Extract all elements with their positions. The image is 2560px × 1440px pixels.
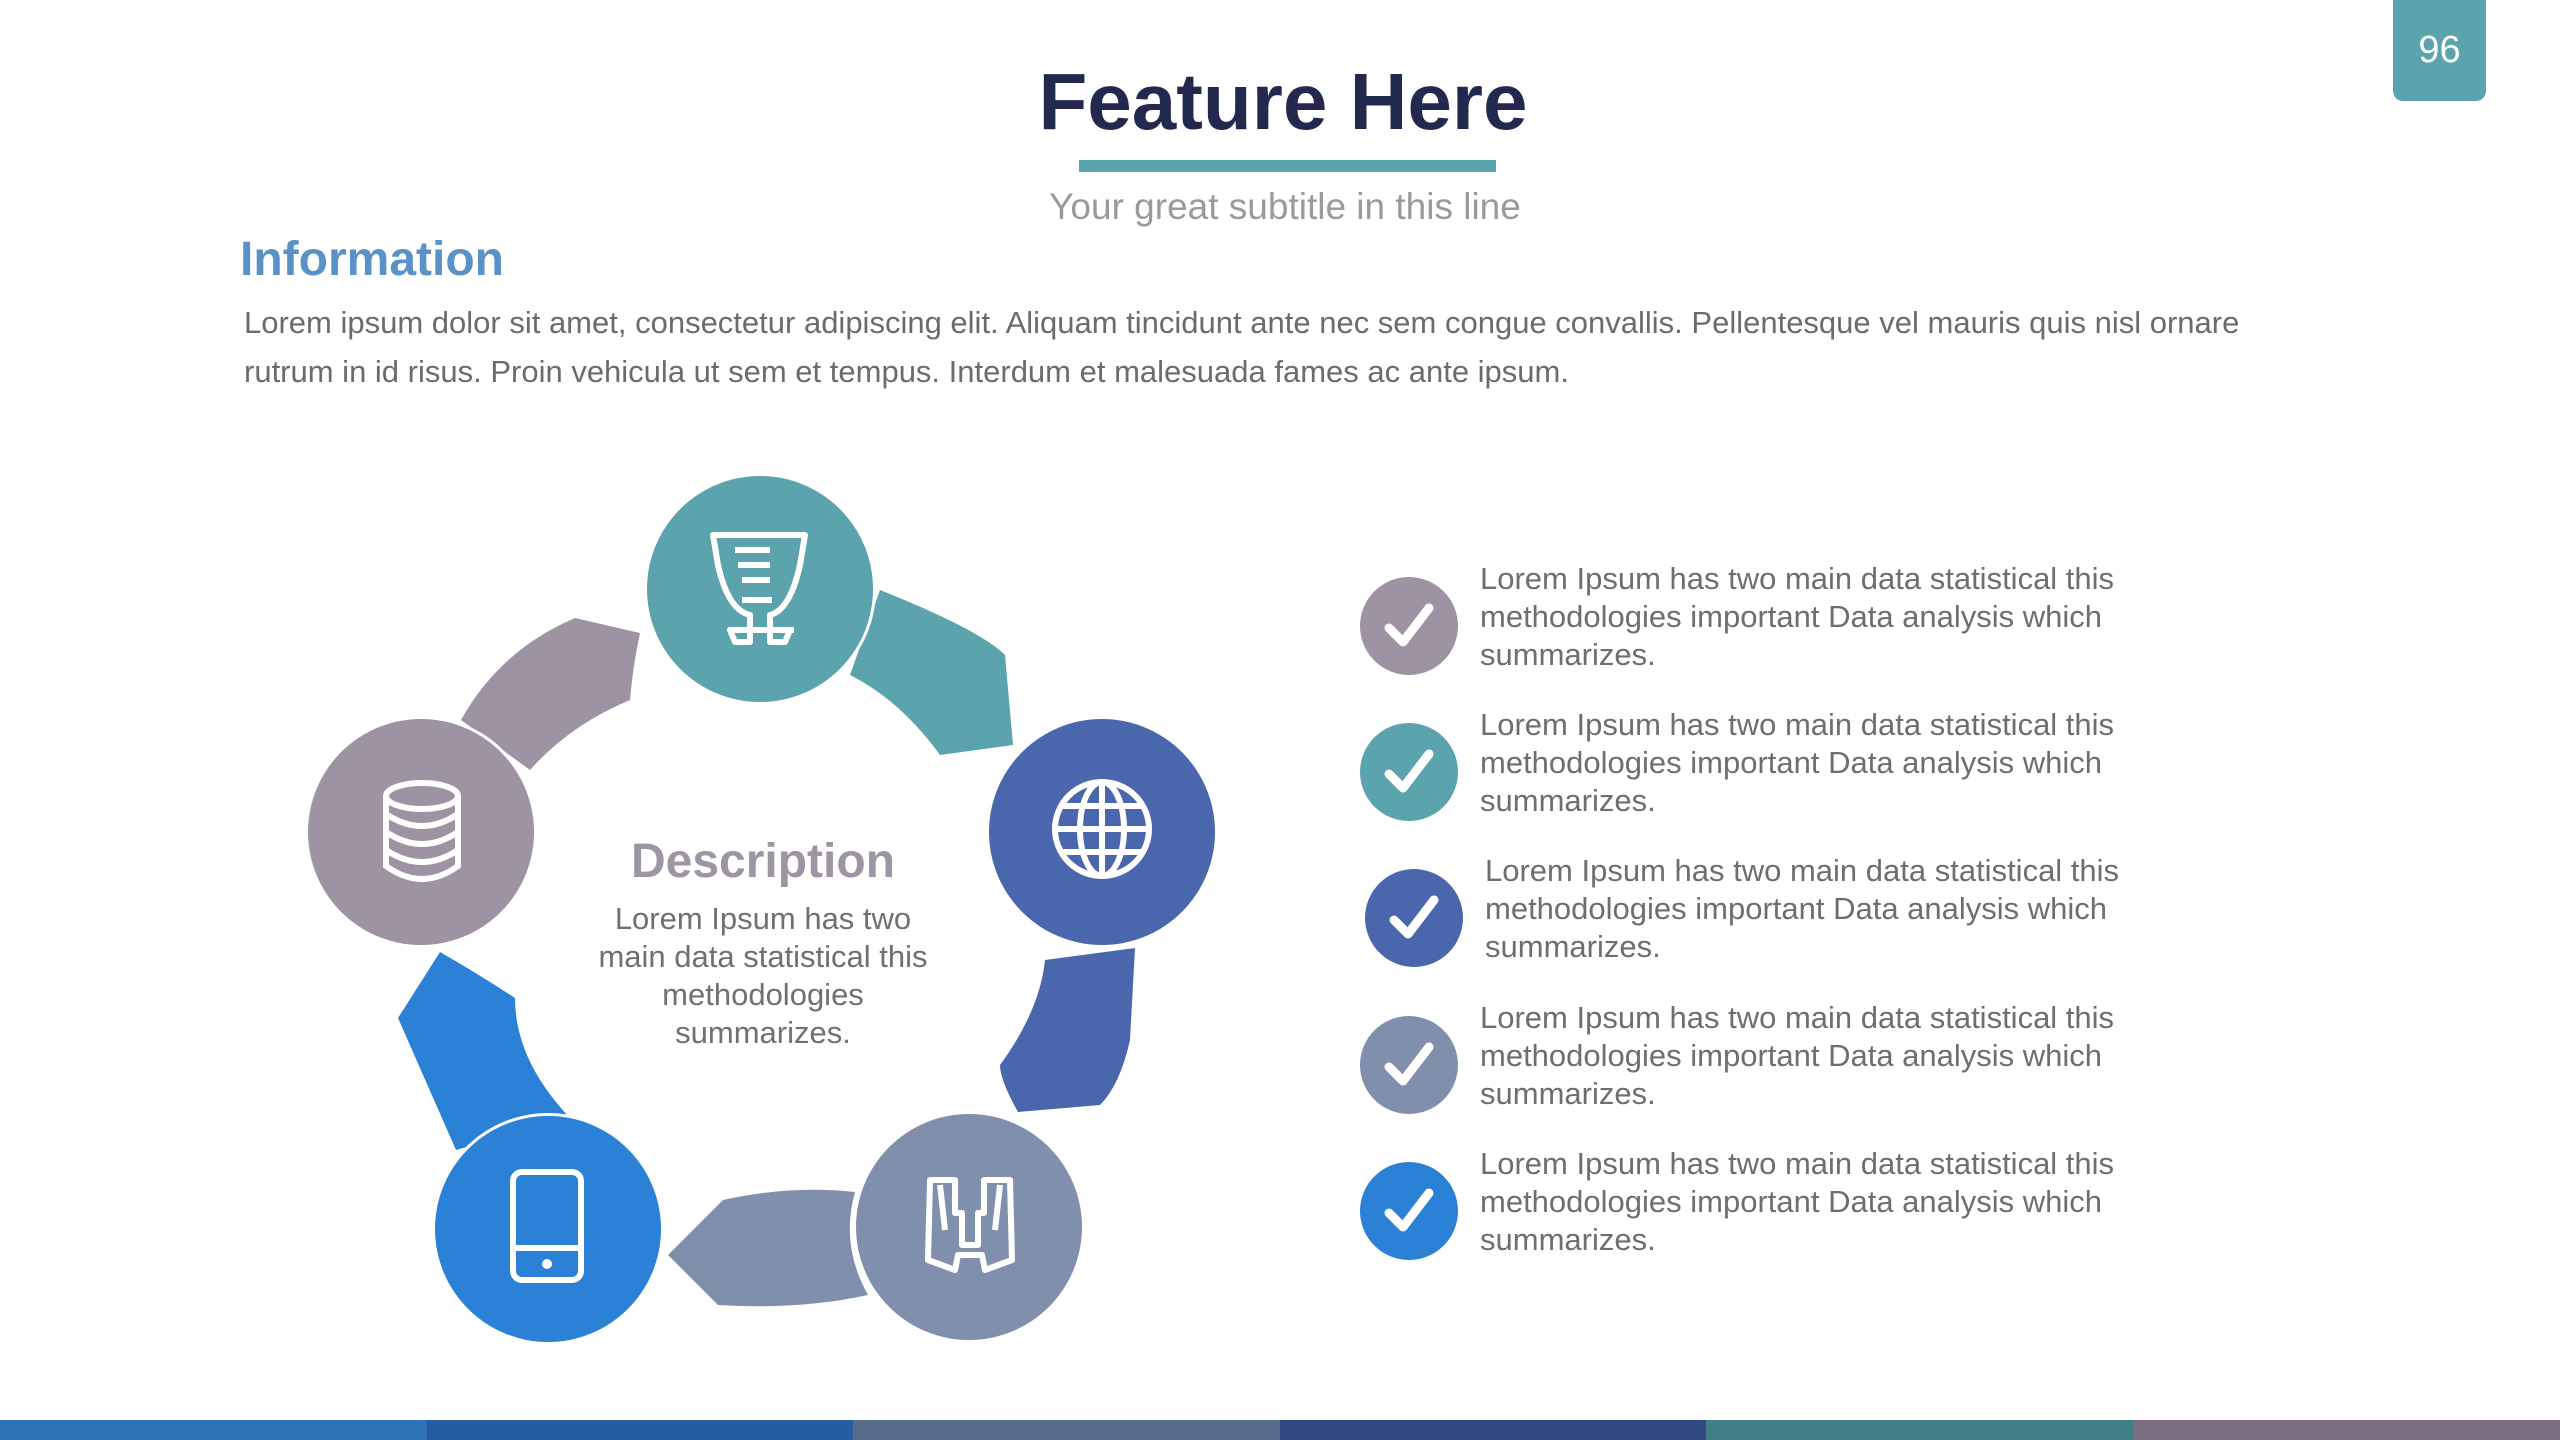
checklist-text: Lorem Ipsum has two main data statistica… <box>1480 707 2115 818</box>
footer-bar-segment <box>1280 1420 1706 1440</box>
checkmark-icon <box>1384 603 1434 647</box>
checklist-item: Lorem Ipsum has two main data statistica… <box>1360 706 2220 846</box>
check-badge <box>1360 577 1458 675</box>
globe-icon <box>1052 779 1152 879</box>
checkmark-icon <box>1384 1042 1434 1086</box>
cycle-node-tablet <box>432 1113 664 1345</box>
checkmark-icon <box>1389 895 1439 939</box>
check-badge <box>1365 869 1463 967</box>
checklist-item: Lorem Ipsum has two main data statistica… <box>1365 852 2225 992</box>
check-badge <box>1360 1162 1458 1260</box>
description-title: Description <box>630 835 896 888</box>
node-circle-fill <box>435 1116 661 1342</box>
node-circle-fill <box>856 1114 1082 1340</box>
checklist-item: Lorem Ipsum has two main data statistica… <box>1360 999 2220 1139</box>
cycle-node-globe <box>986 716 1218 948</box>
checklist-text: Lorem Ipsum has two main data statistica… <box>1480 1000 2115 1111</box>
check-badge <box>1360 1016 1458 1114</box>
check-badge <box>1360 723 1458 821</box>
cycle-node-trophy <box>644 473 876 705</box>
node-circle-fill <box>647 476 873 702</box>
checklist-item: Lorem Ipsum has two main data statistica… <box>1360 1145 2220 1285</box>
cycle-node-database <box>305 716 537 948</box>
arrow-binoculars-to-tablet <box>668 1189 868 1307</box>
checklist-text: Lorem Ipsum has two main data statistica… <box>1480 1146 2115 1257</box>
arrow-globe-to-binoculars <box>1000 948 1135 1112</box>
footer-bar-segment <box>2133 1420 2560 1440</box>
footer-bar-segment <box>853 1420 1280 1440</box>
footer-bar-segment <box>1706 1420 2133 1440</box>
node-circle-fill <box>308 719 534 945</box>
description-body: Lorem Ipsum has two main data statistica… <box>598 901 928 1050</box>
cycle-node-binoculars <box>853 1111 1085 1343</box>
checkmark-icon <box>1384 749 1434 793</box>
footer-bar-segment <box>427 1420 853 1440</box>
checklist-text: Lorem Ipsum has two main data statistica… <box>1480 561 2115 672</box>
footer-bar-segment <box>0 1420 427 1440</box>
checkmark-icon <box>1384 1188 1434 1232</box>
checklist-item: Lorem Ipsum has two main data statistica… <box>1360 560 2220 700</box>
checklist-text: Lorem Ipsum has two main data statistica… <box>1485 853 2120 964</box>
arrow-trophy-to-globe <box>850 590 1013 755</box>
